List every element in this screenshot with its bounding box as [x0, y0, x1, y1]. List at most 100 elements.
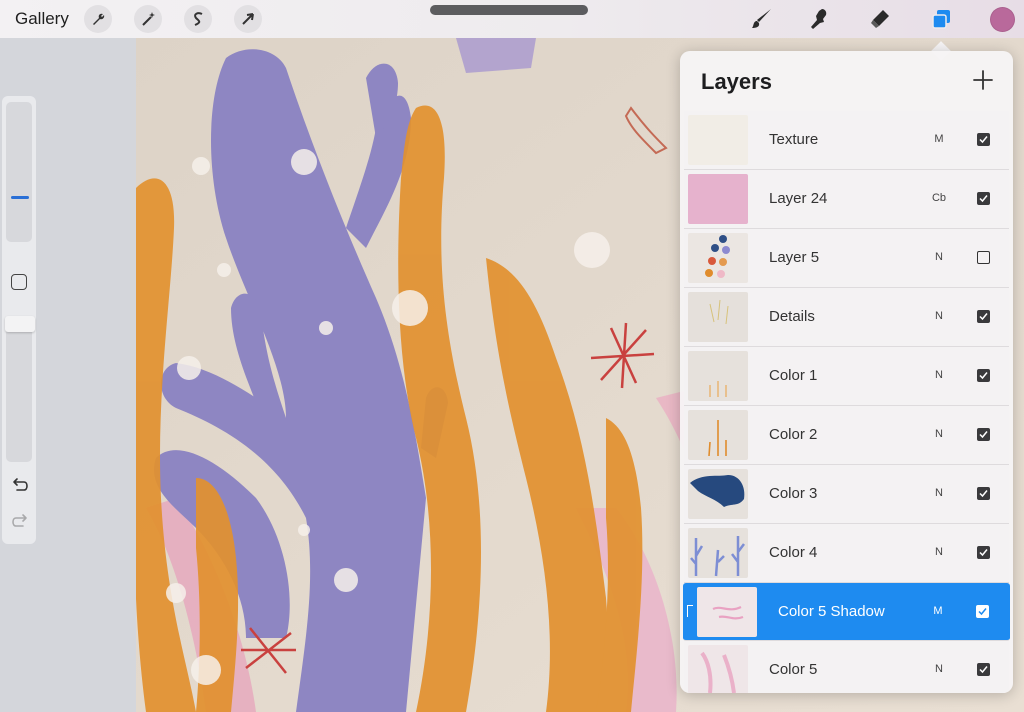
smudge-icon: [811, 9, 827, 29]
visibility-checkbox[interactable]: [976, 605, 989, 618]
blend-mode-button[interactable]: M: [924, 133, 954, 145]
layer-row-color-2[interactable]: Color 2 N: [684, 406, 1009, 465]
layer-row-color-5[interactable]: Color 5 N: [684, 641, 1009, 693]
eraser-tool-button[interactable]: [866, 5, 894, 33]
blend-mode-button[interactable]: N: [924, 546, 954, 558]
layer-thumbnail[interactable]: [688, 174, 748, 224]
layer-row-layer-24[interactable]: Layer 24 Cb: [684, 170, 1009, 229]
top-toolbar: Gallery: [0, 0, 1024, 38]
color-5-shadow-thumbnail: [712, 605, 744, 620]
details-thumbnail: [709, 299, 729, 325]
selection-button[interactable]: [184, 5, 212, 33]
visibility-checkbox[interactable]: [977, 428, 990, 441]
layer-name: Color 3: [769, 485, 818, 502]
add-layer-button[interactable]: [970, 67, 996, 93]
transform-arrow-icon: [242, 13, 254, 25]
checkmark-icon: [978, 608, 987, 616]
color-3-thumbnail: [690, 475, 745, 507]
palette-dots-thumbnail: [705, 235, 730, 278]
color-2-thumbnail: [708, 420, 727, 457]
checkmark-icon: [979, 313, 988, 321]
visibility-checkbox[interactable]: [977, 487, 990, 500]
brush-size-slider[interactable]: [6, 102, 32, 242]
layers-panel: Layers Texture M Layer 24 Cb Layer 5 N D…: [680, 51, 1013, 693]
layer-name: Color 2: [769, 426, 818, 443]
blend-mode-button[interactable]: N: [924, 663, 954, 675]
smudge-tool-button[interactable]: [806, 5, 834, 33]
layer-row-layer-5[interactable]: Layer 5 N: [684, 229, 1009, 288]
color-1-thumbnail: [709, 381, 727, 397]
blend-mode-button[interactable]: N: [924, 369, 954, 381]
color-picker-button[interactable]: [990, 7, 1015, 32]
layer-list: Texture M Layer 24 Cb Layer 5 N Details …: [683, 111, 1010, 693]
visibility-checkbox[interactable]: [977, 663, 990, 676]
redo-button[interactable]: [8, 512, 32, 532]
layer-name: Color 5 Shadow: [778, 603, 885, 620]
layer-name: Color 4: [769, 544, 818, 561]
modify-button[interactable]: [11, 274, 27, 290]
brush-icon: [752, 9, 771, 28]
checkmark-icon: [979, 372, 988, 380]
layer-thumbnail[interactable]: [688, 528, 748, 578]
blend-mode-button[interactable]: N: [924, 487, 954, 499]
layer-thumbnail[interactable]: [688, 645, 748, 693]
layer-row-color-1[interactable]: Color 1 N: [684, 347, 1009, 406]
adjustments-button[interactable]: [134, 5, 162, 33]
color-5-thumbnail: [700, 651, 736, 693]
undo-button[interactable]: [8, 476, 32, 496]
blend-mode-button[interactable]: N: [924, 310, 954, 322]
layer-thumbnail[interactable]: [697, 587, 757, 637]
eraser-icon: [871, 10, 889, 28]
layers-icon: [932, 10, 950, 29]
layers-title: Layers: [701, 69, 772, 94]
checkmark-icon: [979, 136, 988, 144]
blend-mode-button[interactable]: Cb: [924, 192, 954, 204]
visibility-checkbox[interactable]: [977, 546, 990, 559]
visibility-checkbox[interactable]: [977, 251, 990, 264]
layer-thumbnail[interactable]: [688, 115, 748, 165]
blend-mode-button[interactable]: N: [924, 251, 954, 263]
layer-thumbnail[interactable]: [688, 410, 748, 460]
layers-button[interactable]: [927, 5, 955, 33]
magic-wand-icon: [142, 12, 155, 26]
layer-name: Details: [769, 308, 815, 325]
brush-sidebar: [2, 96, 36, 544]
wrench-icon: [93, 13, 105, 25]
redo-icon: [12, 514, 27, 527]
checkmark-icon: [979, 490, 988, 498]
gallery-button[interactable]: Gallery: [15, 9, 69, 29]
layer-row-details[interactable]: Details N: [684, 288, 1009, 347]
undo-icon: [13, 478, 28, 491]
blend-mode-button[interactable]: M: [923, 605, 953, 617]
layer-name: Color 1: [769, 367, 818, 384]
transform-button[interactable]: [234, 5, 262, 33]
layer-name: Layer 5: [769, 249, 820, 266]
plus-icon: [973, 70, 993, 90]
checkmark-icon: [979, 666, 988, 674]
layer-thumbnail[interactable]: [688, 351, 748, 401]
brush-tool-button[interactable]: [748, 5, 776, 33]
visibility-checkbox[interactable]: [977, 310, 990, 323]
actions-button[interactable]: [84, 5, 112, 33]
brush-opacity-slider[interactable]: [5, 316, 35, 462]
layer-row-color-4[interactable]: Color 4 N: [684, 524, 1009, 583]
layer-thumbnail[interactable]: [688, 233, 748, 283]
layer-name: Texture: [769, 131, 819, 148]
checkmark-icon: [979, 549, 988, 557]
layer-row-color-3[interactable]: Color 3 N: [684, 465, 1009, 524]
blend-mode-button[interactable]: N: [924, 428, 954, 440]
layer-thumbnail[interactable]: [688, 292, 748, 342]
multitasking-handle[interactable]: [430, 5, 588, 15]
selection-s-icon: [194, 12, 203, 26]
color-4-thumbnail: [690, 536, 745, 577]
clipping-mask-icon: [687, 605, 693, 617]
brush-size-thumb[interactable]: [11, 196, 29, 199]
visibility-checkbox[interactable]: [977, 192, 990, 205]
layer-thumbnail[interactable]: [688, 469, 748, 519]
visibility-checkbox[interactable]: [977, 133, 990, 146]
checkmark-icon: [979, 195, 988, 203]
visibility-checkbox[interactable]: [977, 369, 990, 382]
layer-row-texture[interactable]: Texture M: [684, 111, 1009, 170]
brush-opacity-thumb[interactable]: [5, 316, 35, 332]
layer-row-color-5-shadow[interactable]: Color 5 Shadow M: [683, 583, 1010, 641]
